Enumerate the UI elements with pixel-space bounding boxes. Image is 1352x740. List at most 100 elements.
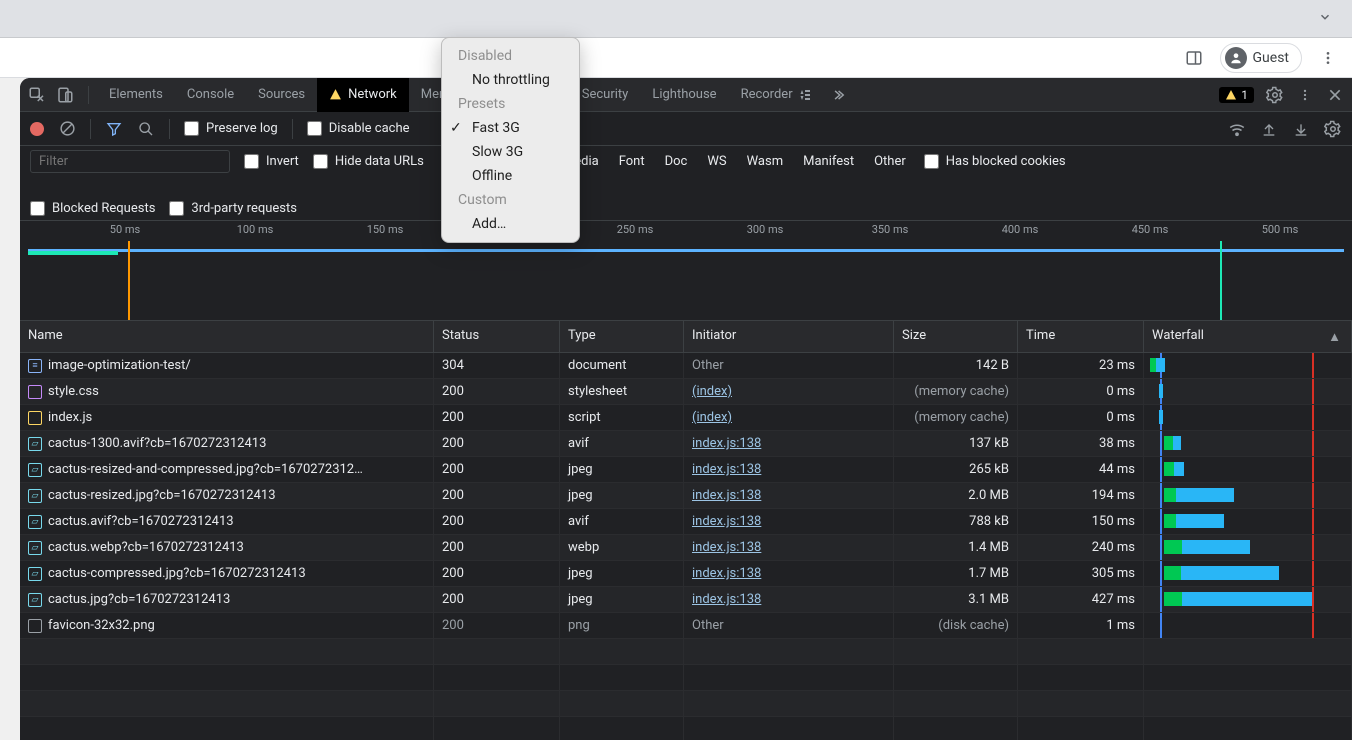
filter-icon[interactable] [105, 120, 123, 138]
kebab-icon[interactable] [1296, 86, 1314, 104]
dropdown-fast-3g[interactable]: ✓Fast 3G [442, 116, 579, 140]
table-row[interactable]: style.css200stylesheet(index)(memory cac… [20, 379, 1352, 405]
search-icon[interactable] [137, 120, 155, 138]
img-icon: ▱ [28, 489, 42, 503]
separator [292, 119, 293, 139]
waterfall-load-line [1312, 483, 1314, 508]
type-filter-manifest[interactable]: Manifest [799, 152, 858, 171]
table-row[interactable]: ▱cactus.avif?cb=1670272312413200avifinde… [20, 509, 1352, 535]
table-row[interactable]: favicon-32x32.png200pngOther(disk cache)… [20, 613, 1352, 639]
tab-sources[interactable]: Sources [246, 78, 317, 112]
inspect-icon[interactable] [28, 86, 46, 104]
col-time[interactable]: Time [1018, 321, 1144, 352]
table-row[interactable]: ▱cactus-resized-and-compressed.jpg?cb=16… [20, 457, 1352, 483]
dropdown-add[interactable]: Add… [442, 212, 579, 236]
initiator-link[interactable]: (index) [692, 410, 732, 425]
device-toggle-icon[interactable] [56, 86, 74, 104]
network-conditions-icon[interactable] [1228, 120, 1246, 138]
tab-elements[interactable]: Elements [97, 78, 175, 112]
gear-icon[interactable] [1266, 86, 1284, 104]
guest-profile-button[interactable]: Guest [1220, 43, 1302, 73]
initiator-link[interactable]: index.js:138 [692, 514, 761, 529]
waterfall-load-line [1312, 613, 1314, 638]
dropdown-slow-3g[interactable]: Slow 3G [442, 140, 579, 164]
invert-checkbox[interactable]: Invert [244, 154, 299, 169]
initiator-link[interactable]: index.js:138 [692, 488, 761, 503]
hide-data-urls-checkbox[interactable]: Hide data URLs [313, 154, 424, 169]
initiator-link[interactable]: index.js:138 [692, 592, 761, 607]
img-icon: ▱ [28, 567, 42, 581]
waterfall-domcontent-line [1160, 613, 1162, 638]
table-row[interactable]: ▱cactus-1300.avif?cb=1670272312413200avi… [20, 431, 1352, 457]
table-row[interactable]: ▱cactus-compressed.jpg?cb=16702723124132… [20, 561, 1352, 587]
tab-recorder[interactable]: Recorder [729, 78, 823, 112]
type-filter-wasm[interactable]: Wasm [743, 152, 788, 171]
preserve-log-checkbox[interactable]: Preserve log [184, 121, 278, 136]
waterfall-waiting-bar [1164, 462, 1174, 476]
initiator-link[interactable]: index.js:138 [692, 436, 761, 451]
sort-indicator-icon: ▲ [1328, 329, 1341, 345]
table-row[interactable]: ▱cactus-resized.jpg?cb=1670272312413200j… [20, 483, 1352, 509]
blocked-requests-checkbox[interactable]: Blocked Requests [30, 201, 155, 216]
col-size[interactable]: Size [894, 321, 1018, 352]
chevron-down-icon[interactable] [1318, 10, 1332, 24]
tab-security[interactable]: Security [570, 78, 641, 112]
waterfall-load-line [1312, 405, 1314, 430]
table-row[interactable]: ≡image-optimization-test/304documentOthe… [20, 353, 1352, 379]
table-row-empty [20, 665, 1352, 691]
timeline-tick: 350 ms [872, 223, 909, 236]
settings-gear-icon[interactable] [1324, 120, 1342, 138]
third-party-checkbox[interactable]: 3rd-party requests [169, 201, 297, 216]
waterfall-waiting-bar [1164, 592, 1182, 606]
download-icon[interactable] [1292, 120, 1310, 138]
type-filter-ws[interactable]: WS [703, 152, 730, 171]
tab-lighthouse[interactable]: Lighthouse [640, 78, 728, 112]
kebab-menu-icon[interactable] [1314, 44, 1342, 72]
timeline-overview[interactable]: 50 ms100 ms150 ms250 ms300 ms350 ms400 m… [20, 221, 1352, 321]
disable-cache-checkbox[interactable]: Disable cache [307, 121, 410, 136]
dropdown-no-throttling[interactable]: No throttling [442, 68, 579, 92]
type-filter-font[interactable]: Font [615, 152, 649, 171]
close-icon[interactable] [1326, 86, 1344, 104]
col-name[interactable]: Name [20, 321, 434, 352]
initiator-link[interactable]: index.js:138 [692, 462, 761, 477]
initiator-link[interactable]: index.js:138 [692, 566, 761, 581]
has-blocked-cookies-checkbox[interactable]: Has blocked cookies [924, 154, 1066, 169]
waterfall-download-bar [1182, 592, 1312, 606]
waterfall-waiting-bar [1164, 540, 1182, 554]
timeline-tick: 250 ms [617, 223, 654, 236]
initiator-link[interactable]: index.js:138 [692, 540, 761, 555]
type-filter-other[interactable]: Other [870, 152, 910, 171]
waterfall-download-bar [1176, 514, 1224, 528]
col-status[interactable]: Status [434, 321, 560, 352]
waterfall-download-bar [1181, 566, 1279, 580]
record-button[interactable] [30, 122, 44, 136]
waterfall-download-bar [1174, 462, 1184, 476]
initiator-link[interactable]: (index) [692, 384, 732, 399]
upload-icon[interactable] [1260, 120, 1278, 138]
warning-badge[interactable]: 1 [1219, 87, 1254, 103]
tab-console[interactable]: Console [175, 78, 246, 112]
type-filter-doc[interactable]: Doc [661, 152, 692, 171]
tab-network[interactable]: Network [317, 78, 409, 112]
col-type[interactable]: Type [560, 321, 684, 352]
timeline-tick: 50 ms [110, 223, 140, 236]
dropdown-offline[interactable]: Offline [442, 164, 579, 188]
filter-input[interactable] [30, 150, 230, 173]
waterfall-domcontent-line [1160, 483, 1162, 508]
file-icon [28, 619, 42, 633]
waterfall-domcontent-line [1160, 457, 1162, 482]
col-waterfall[interactable]: Waterfall ▲ [1144, 321, 1352, 352]
panel-icon[interactable] [1180, 44, 1208, 72]
waterfall-waiting-bar [1164, 566, 1181, 580]
table-row[interactable]: ▱cactus.jpg?cb=1670272312413200jpegindex… [20, 587, 1352, 613]
table-row[interactable]: ▱cactus.webp?cb=1670272312413200webpinde… [20, 535, 1352, 561]
clear-icon[interactable] [58, 120, 76, 138]
timeline-tick: 500 ms [1262, 223, 1299, 236]
dropdown-disabled-label: Disabled [442, 44, 579, 68]
more-tabs-icon[interactable] [829, 86, 847, 104]
waterfall-load-line [1312, 457, 1314, 482]
table-row[interactable]: index.js200script(index)(memory cache)0 … [20, 405, 1352, 431]
col-initiator[interactable]: Initiator [684, 321, 894, 352]
devtools-panel: ElementsConsoleSourcesNetworkMemoryAppli… [20, 78, 1352, 740]
